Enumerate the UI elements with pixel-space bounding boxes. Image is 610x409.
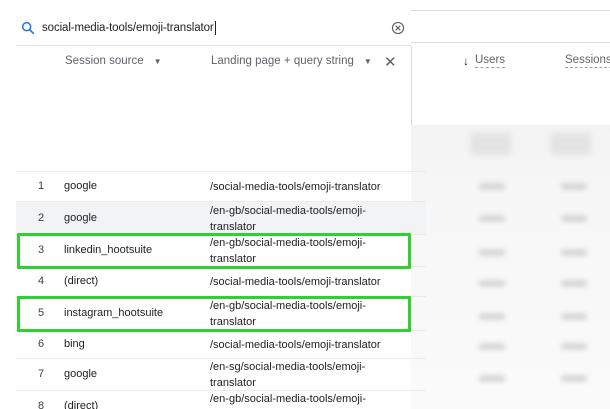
table-row[interactable]: 2 google /en-gb/social-media-tools/emoji…: [16, 201, 426, 234]
row-index: 8: [37, 400, 45, 409]
close-icon[interactable]: ✕: [384, 53, 397, 71]
blurred-cell: [561, 215, 587, 222]
cell-landing-page: /en-gb/social-media-tools/emoji-translat…: [210, 237, 366, 265]
cell-landing-page: /en-gb/social-media-tools/emoji-translat…: [210, 393, 366, 405]
cell-session-source: google: [64, 180, 98, 192]
column-header-label: Sessions: [565, 54, 610, 68]
blurred-cell: [561, 313, 587, 320]
cell-session-source: linkedin_hootsuite: [64, 244, 153, 256]
blurred-cell: [479, 183, 505, 190]
blurred-total: [471, 133, 511, 155]
table-row[interactable]: 4 (direct) /social-media-tools/emoji-tra…: [16, 266, 426, 296]
cell-landing-page: /en-sg/social-media-tools/emoji-translat…: [210, 361, 366, 389]
blurred-cell: [479, 375, 505, 382]
cell-landing-page: /social-media-tools/emoji-translator: [210, 339, 381, 351]
cell-landing-page: /en-gb/social-media-tools/emoji-translat…: [210, 205, 366, 233]
blurred-cell: [479, 280, 505, 287]
row-index: 4: [37, 275, 45, 287]
cell-session-source: google: [64, 368, 98, 380]
table-header: Session source ▼ Landing page + query st…: [16, 48, 411, 78]
blurred-total: [551, 133, 591, 155]
column-header-users[interactable]: ↓ Users: [463, 54, 506, 68]
blurred-cell: [561, 183, 587, 190]
row-index: 6: [37, 338, 45, 350]
row-index: 3: [37, 244, 45, 256]
data-table: 1 google /social-media-tools/emoji-trans…: [16, 171, 426, 409]
dropdown-triangle-icon[interactable]: ▼: [364, 57, 372, 66]
column-header-sessions[interactable]: Sessions: [565, 54, 610, 68]
divider: [411, 42, 610, 43]
row-index: 7: [37, 368, 45, 380]
table-row[interactable]: 7 google /en-sg/social-media-tools/emoji…: [16, 358, 426, 390]
metric-headers: ↓ Users Sessions: [411, 48, 610, 74]
text-cursor: [214, 20, 216, 35]
table-row[interactable]: 3 linkedin_hootsuite /en-gb/social-media…: [16, 234, 426, 266]
cell-session-source: bing: [64, 338, 85, 350]
column-header-session-source[interactable]: Session source ▼: [65, 55, 162, 67]
column-header-landing-page[interactable]: Landing page + query string ▼: [211, 55, 372, 67]
row-index: 1: [37, 180, 45, 192]
cell-session-source: (direct): [64, 400, 99, 409]
row-index: 2: [37, 212, 45, 224]
table-row[interactable]: 1 google /social-media-tools/emoji-trans…: [16, 171, 426, 201]
row-index: 5: [37, 307, 45, 319]
column-header-label: Session source: [65, 55, 144, 67]
column-header-label: Users: [475, 54, 506, 68]
cell-session-source: instagram_hootsuite: [64, 307, 164, 319]
search-bar[interactable]: social-media-tools/emoji-translator: [16, 10, 411, 46]
blurred-cell: [561, 280, 587, 287]
divider: [411, 10, 610, 11]
blurred-cell: [561, 375, 587, 382]
blurred-cell: [479, 343, 505, 350]
dropdown-triangle-icon[interactable]: ▼: [154, 57, 162, 66]
table-row[interactable]: 8 (direct) /en-gb/social-media-tools/emo…: [16, 390, 426, 409]
blurred-cell: [561, 343, 587, 350]
column-header-label: Landing page + query string: [211, 55, 354, 67]
table-row[interactable]: 5 instagram_hootsuite /en-gb/social-medi…: [16, 296, 426, 330]
cell-session-source: google: [64, 212, 98, 224]
cell-landing-page: /social-media-tools/emoji-translator: [210, 181, 381, 193]
blurred-cell: [561, 249, 587, 256]
search-input[interactable]: social-media-tools/emoji-translator: [42, 20, 216, 35]
table-row[interactable]: 6 bing /social-media-tools/emoji-transla…: [16, 330, 426, 358]
arrow-down-icon: ↓: [463, 54, 469, 68]
cell-landing-page: /en-gb/social-media-tools/emoji-translat…: [210, 300, 366, 328]
cell-session-source: (direct): [64, 275, 99, 287]
clear-circle-icon[interactable]: [391, 21, 405, 35]
search-query-text: social-media-tools/emoji-translator: [42, 21, 214, 34]
blurred-cell: [479, 249, 505, 256]
blurred-cell: [479, 313, 505, 320]
cell-landing-page: /social-media-tools/emoji-translator: [210, 276, 381, 288]
search-icon: [21, 21, 35, 34]
blurred-cell: [479, 215, 505, 222]
blurred-metrics-area: [411, 125, 610, 409]
